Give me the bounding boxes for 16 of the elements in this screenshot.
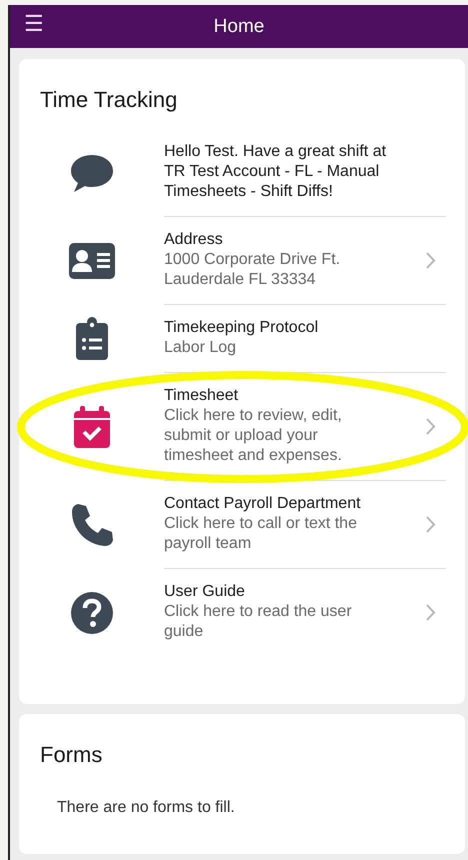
empty-message: There are no forms to fill.	[56, 798, 236, 818]
section-title: Time Tracking	[39, 86, 178, 114]
item-description: Click here to review, edit, submit or upload your timesheet and expenses.	[164, 406, 343, 466]
page-title: Home	[214, 16, 264, 37]
item-title: Timekeeping Protocol	[164, 318, 320, 338]
item-description: 1000 Corporate Drive Ft. Lauderdale FL 33334	[164, 250, 342, 290]
item-title: Timesheet	[164, 386, 240, 406]
section-title: Forms	[39, 741, 104, 768]
menu-button[interactable]: ☰	[24, 10, 44, 38]
item-title: Contact Payroll Department	[164, 494, 362, 514]
item-title: User Guide	[164, 582, 246, 602]
item-description: Click here to read the user guide	[164, 602, 353, 642]
item-description: Labor Log	[164, 338, 238, 358]
item-title: Hello Test. Have a great shift at TR Test Account - FL - Manual Timesheets - Shift Diffs!	[164, 142, 388, 202]
item-title: Address	[164, 230, 224, 250]
item-description: Click here to call or text the payroll team	[164, 514, 358, 554]
